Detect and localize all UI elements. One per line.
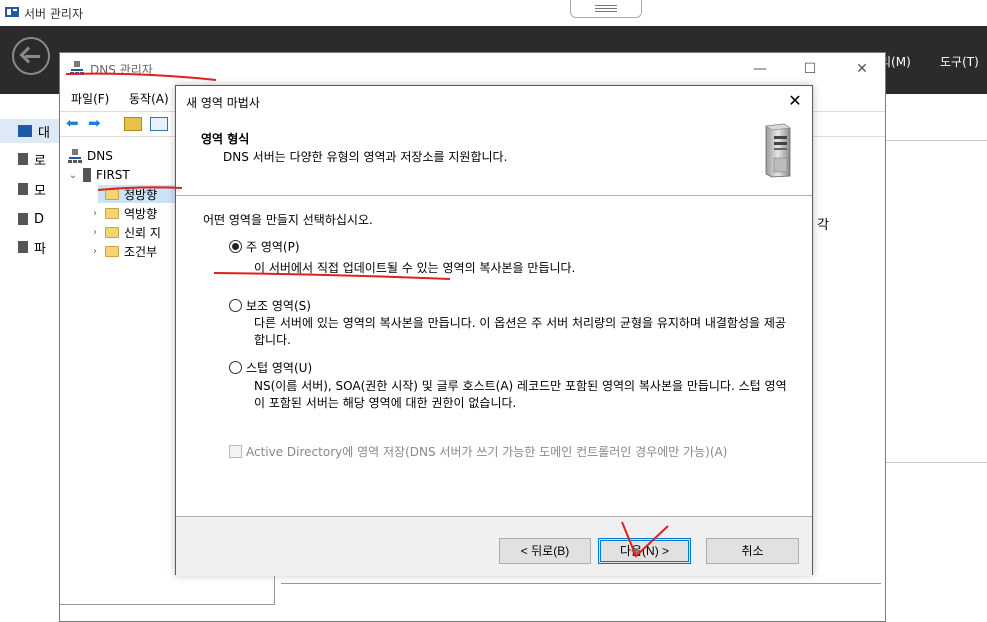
primary-zone-description: 이 서버에서 직접 업데이트될 수 있는 영역의 복사본을 만듭니다. <box>254 261 576 275</box>
wizard-header: 영역 형식 DNS 서버는 다양한 유형의 영역과 저장소를 지원합니다. <box>176 116 812 196</box>
server-manager-title: 서버 관리자 <box>24 7 84 21</box>
file-services-icon <box>18 241 28 253</box>
wizard-heading: 영역 형식 <box>201 132 250 146</box>
new-zone-wizard-dialog: 새 영역 마법사 ✕ 영역 형식 DNS 서버는 다양한 유형의 영역과 저장소… <box>175 85 813 576</box>
tree-item-conditional-forwarders[interactable]: › 조건부 <box>90 242 157 260</box>
close-button[interactable]: ✕ <box>782 90 808 112</box>
back-arrow-icon[interactable]: ⬅ <box>66 114 84 132</box>
divider <box>885 462 987 463</box>
checkbox-disabled[interactable] <box>229 445 242 458</box>
stub-zone-description: NS(이름 서버), SOA(권한 시작) 및 글루 호스트(A) 레코드만 포… <box>254 379 787 410</box>
server-manager-sidebar: 대 로 모 D 파 <box>0 94 60 622</box>
content-divider <box>281 583 881 622</box>
background-text-fragment: 각 <box>817 218 829 233</box>
folder-icon <box>105 188 119 200</box>
tree-item-trust-points[interactable]: › 신뢰 지 <box>90 223 161 241</box>
sidebar-item-dashboard[interactable]: 대 <box>0 119 60 143</box>
chevron-right-icon[interactable]: › <box>90 246 100 257</box>
up-folder-icon[interactable] <box>124 117 142 131</box>
chevron-right-icon[interactable]: › <box>90 208 100 219</box>
server-icon <box>83 168 91 182</box>
menu-tools[interactable]: 도구(T) <box>940 53 979 70</box>
wizard-footer: < 뒤로(B) 다음(N) > 취소 <box>176 516 812 576</box>
back-arrow-button[interactable] <box>12 37 50 75</box>
cancel-button[interactable]: 취소 <box>706 538 799 564</box>
server-manager-icon <box>5 7 19 17</box>
sidebar-item-dns[interactable]: D <box>0 207 60 231</box>
radio-button[interactable] <box>229 299 242 312</box>
close-button[interactable]: ✕ <box>847 59 877 79</box>
secondary-zone-description: 다른 서버에 있는 영역의 복사본을 만듭니다. 이 옵션은 주 서버 처리량의… <box>254 316 786 347</box>
folder-icon <box>105 207 119 219</box>
radio-button-checked[interactable] <box>229 240 242 253</box>
divider <box>885 140 987 141</box>
wizard-body: 어떤 영역을 만들지 선택하십시오. 주 영역(P) 이 서버에서 직접 업데이… <box>176 196 812 516</box>
chevron-down-icon[interactable]: ⌄ <box>68 170 78 181</box>
wizard-titlebar: 새 영역 마법사 ✕ <box>176 86 812 116</box>
sidebar-item-local-server[interactable]: 로 <box>0 147 60 171</box>
radio-button[interactable] <box>229 361 242 374</box>
dns-manager-title: DNS 관리자 <box>90 63 153 77</box>
server-tower-icon <box>765 123 791 178</box>
ad-integrated-label: Active Directory에 영역 저장(DNS 서버가 쓰기 가능한 도… <box>246 445 728 459</box>
sidebar-item-all-servers[interactable]: 모 <box>0 177 60 201</box>
menu-file[interactable]: 파일(F) <box>71 90 109 107</box>
server-manager-right-panel <box>885 94 987 622</box>
next-button[interactable]: 다음(N) > <box>598 538 691 564</box>
hamburger-icon <box>595 5 617 12</box>
radio-primary-zone[interactable]: 주 영역(P) <box>229 238 300 255</box>
menu-action[interactable]: 동작(A) <box>129 90 169 107</box>
tree-item-reverse-lookup[interactable]: › 역방향 <box>90 204 157 222</box>
sidebar-item-file-services[interactable]: 파 <box>0 235 60 259</box>
tree-item-server[interactable]: ⌄ FIRST <box>68 166 130 184</box>
tree-item-dns[interactable]: DNS <box>68 147 113 165</box>
tree-item-forward-lookup[interactable]: 정방향 <box>90 185 157 203</box>
ad-integrated-checkbox-row[interactable]: Active Directory에 영역 저장(DNS 서버가 쓰기 가능한 도… <box>229 444 766 461</box>
dns-icon <box>18 213 28 225</box>
forward-arrow-icon[interactable]: ➡ <box>88 114 106 132</box>
radio-secondary-zone[interactable]: 보조 영역(S) <box>229 297 311 314</box>
ribbon-collapse-tab[interactable] <box>570 0 642 18</box>
wizard-subheading: DNS 서버는 다양한 유형의 영역과 저장소를 지원합니다. <box>223 150 508 164</box>
dns-icon <box>68 149 82 163</box>
wizard-title: 새 영역 마법사 <box>186 96 260 110</box>
server-manager-titlebar: 서버 관리자 <box>0 0 987 26</box>
minimize-button[interactable]: — <box>745 59 775 79</box>
folder-icon <box>105 226 119 238</box>
dns-manager-icon <box>70 61 84 75</box>
radio-stub-zone[interactable]: 스텁 영역(U) <box>229 359 312 376</box>
server-icon <box>18 153 28 165</box>
dashboard-icon <box>18 125 32 137</box>
maximize-button[interactable]: ☐ <box>795 59 825 79</box>
servers-icon <box>18 183 28 195</box>
wizard-prompt: 어떤 영역을 만들지 선택하십시오. <box>203 213 373 227</box>
dns-manager-titlebar: DNS 관리자 — ☐ ✕ <box>60 53 885 85</box>
chevron-right-icon[interactable]: › <box>90 227 100 238</box>
folder-icon <box>105 245 119 257</box>
back-button[interactable]: < 뒤로(B) <box>499 538 591 564</box>
show-hide-tree-icon[interactable] <box>150 117 168 131</box>
